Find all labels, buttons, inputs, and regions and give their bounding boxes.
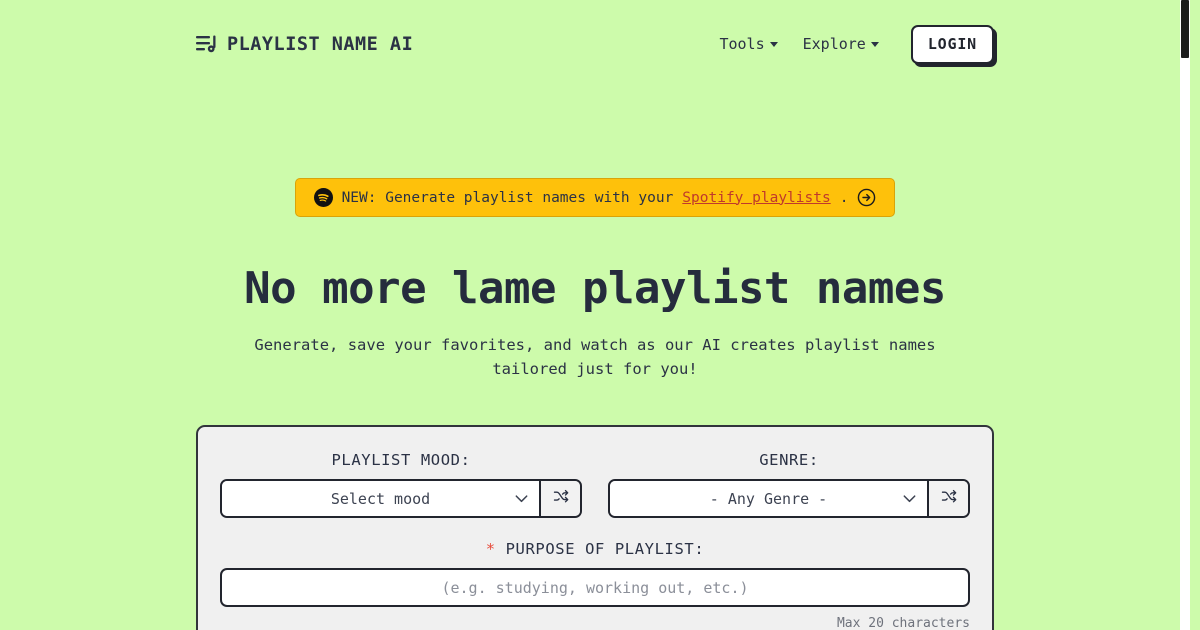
page-scrollbar[interactable] — [1180, 0, 1190, 630]
page-subtitle: Generate, save your favorites, and watch… — [254, 336, 936, 379]
nav-item-explore-label: Explore — [802, 35, 866, 53]
mood-select-group: Select mood — [220, 479, 582, 519]
mood-label: PLAYLIST MOOD: — [331, 451, 471, 470]
brand-label: PLAYLIST NAME AI — [227, 33, 414, 55]
mood-select[interactable]: Select mood — [222, 481, 539, 517]
page-root: PLAYLIST NAME AI Tools Explore LOGIN NEW… — [0, 0, 1190, 630]
site-header: PLAYLIST NAME AI Tools Explore LOGIN — [0, 0, 1190, 88]
promo-banner-text-after: . — [839, 189, 849, 206]
nav-item-tools-label: Tools — [719, 35, 765, 53]
chevron-down-icon — [769, 41, 778, 47]
shuffle-icon — [553, 489, 569, 508]
genre-shuffle-button[interactable] — [927, 481, 968, 517]
purpose-label: * PURPOSE OF PLAYLIST: — [220, 540, 970, 558]
arrow-right-circle-icon[interactable] — [857, 188, 876, 207]
chevron-down-icon — [903, 494, 916, 503]
genre-select-group: - Any Genre - — [608, 479, 970, 519]
promo-banner[interactable]: NEW: Generate playlist names with your S… — [294, 178, 896, 217]
form-row-selects: PLAYLIST MOOD: Select mood GENRE: - Any … — [220, 451, 970, 519]
generator-form: PLAYLIST MOOD: Select mood GENRE: - Any … — [196, 425, 994, 630]
genre-select-value: - Any Genre - — [709, 489, 828, 508]
page-title: No more lame playlist names — [244, 263, 946, 314]
purpose-input[interactable] — [220, 568, 970, 608]
spotify-playlists-link[interactable]: Spotify playlists — [682, 190, 830, 206]
main-nav: Tools Explore LOGIN — [719, 24, 994, 64]
mood-field: PLAYLIST MOOD: Select mood — [220, 451, 582, 519]
promo-banner-text-before: NEW: Generate playlist names with your — [341, 189, 674, 206]
genre-label: GENRE: — [759, 451, 819, 470]
spotify-icon — [313, 188, 333, 207]
required-marker: * — [485, 540, 496, 559]
shuffle-icon — [941, 489, 957, 508]
chevron-down-icon — [870, 41, 879, 47]
page-scrollbar-thumb[interactable] — [1181, 0, 1189, 58]
purpose-hint: Max 20 characters — [836, 616, 970, 630]
mood-shuffle-button[interactable] — [539, 481, 580, 517]
mood-select-value: Select mood — [330, 489, 431, 508]
genre-select[interactable]: - Any Genre - — [610, 481, 927, 517]
login-button[interactable]: LOGIN — [910, 24, 994, 64]
purpose-field: * PURPOSE OF PLAYLIST: Max 20 characters — [220, 540, 970, 630]
nav-item-tools[interactable]: Tools — [719, 35, 778, 53]
promo-banner-wrap: NEW: Generate playlist names with your S… — [196, 178, 994, 217]
main-content: NEW: Generate playlist names with your S… — [0, 178, 1190, 630]
nav-item-explore[interactable]: Explore — [803, 35, 879, 53]
chevron-down-icon — [515, 494, 528, 503]
genre-field: GENRE: - Any Genre - — [608, 451, 970, 519]
purpose-label-text: PURPOSE OF PLAYLIST: — [505, 540, 705, 559]
brand-logo[interactable]: PLAYLIST NAME AI — [196, 34, 413, 55]
playlist-music-icon — [196, 35, 218, 54]
